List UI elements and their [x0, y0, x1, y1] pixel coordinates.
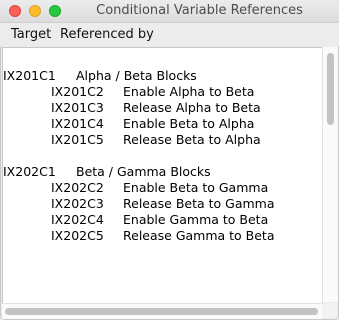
vertical-scrollbar[interactable]	[322, 47, 338, 302]
reference-description: Enable Beta to Gamma	[123, 180, 269, 195]
references-list[interactable]: IX201C1 Alpha / Beta Blocks IX201C2 Enab…	[2, 47, 323, 304]
vertical-scroll-thumb[interactable]	[327, 53, 334, 125]
reference-description: Enable Gamma to Beta	[123, 212, 269, 227]
title-bar[interactable]: Conditional Variable References	[0, 0, 339, 23]
horizontal-scrollbar[interactable]	[2, 303, 322, 319]
minimize-window-button[interactable]	[29, 5, 41, 17]
reference-id: IX201C4	[51, 116, 104, 131]
reference-id: IX202C2	[51, 180, 104, 195]
reference-description: Enable Beta to Alpha	[123, 116, 255, 131]
window-title: Conditional Variable References	[96, 3, 303, 18]
horizontal-scroll-thumb[interactable]	[5, 308, 318, 315]
menu-target[interactable]: Target	[11, 27, 51, 42]
menu-bar: Target Referenced by	[0, 23, 339, 46]
reference-description: Release Beta to Alpha	[123, 132, 261, 147]
reference-id: IX202C3	[51, 196, 104, 211]
reference-description: Release Beta to Gamma	[123, 196, 275, 211]
reference-id: IX202C4	[51, 212, 104, 227]
group-id: IX201C1	[3, 68, 56, 83]
zoom-window-button[interactable]	[49, 5, 61, 17]
menu-referenced-by[interactable]: Referenced by	[60, 27, 154, 42]
reference-description: Release Alpha to Beta	[123, 100, 261, 115]
reference-description: Release Gamma to Beta	[123, 228, 275, 243]
app-window: Conditional Variable References Target R…	[0, 0, 339, 320]
close-window-button[interactable]	[9, 5, 21, 17]
group-name: Beta / Gamma Blocks	[76, 164, 211, 179]
reference-id: IX201C2	[51, 84, 104, 99]
reference-id: IX201C5	[51, 132, 104, 147]
reference-id: IX202C5	[51, 228, 104, 243]
group-id: IX202C1	[3, 164, 56, 179]
group-name: Alpha / Beta Blocks	[76, 68, 197, 83]
scroll-corner	[322, 303, 337, 318]
reference-id: IX201C3	[51, 100, 104, 115]
reference-description: Enable Alpha to Beta	[123, 84, 255, 99]
